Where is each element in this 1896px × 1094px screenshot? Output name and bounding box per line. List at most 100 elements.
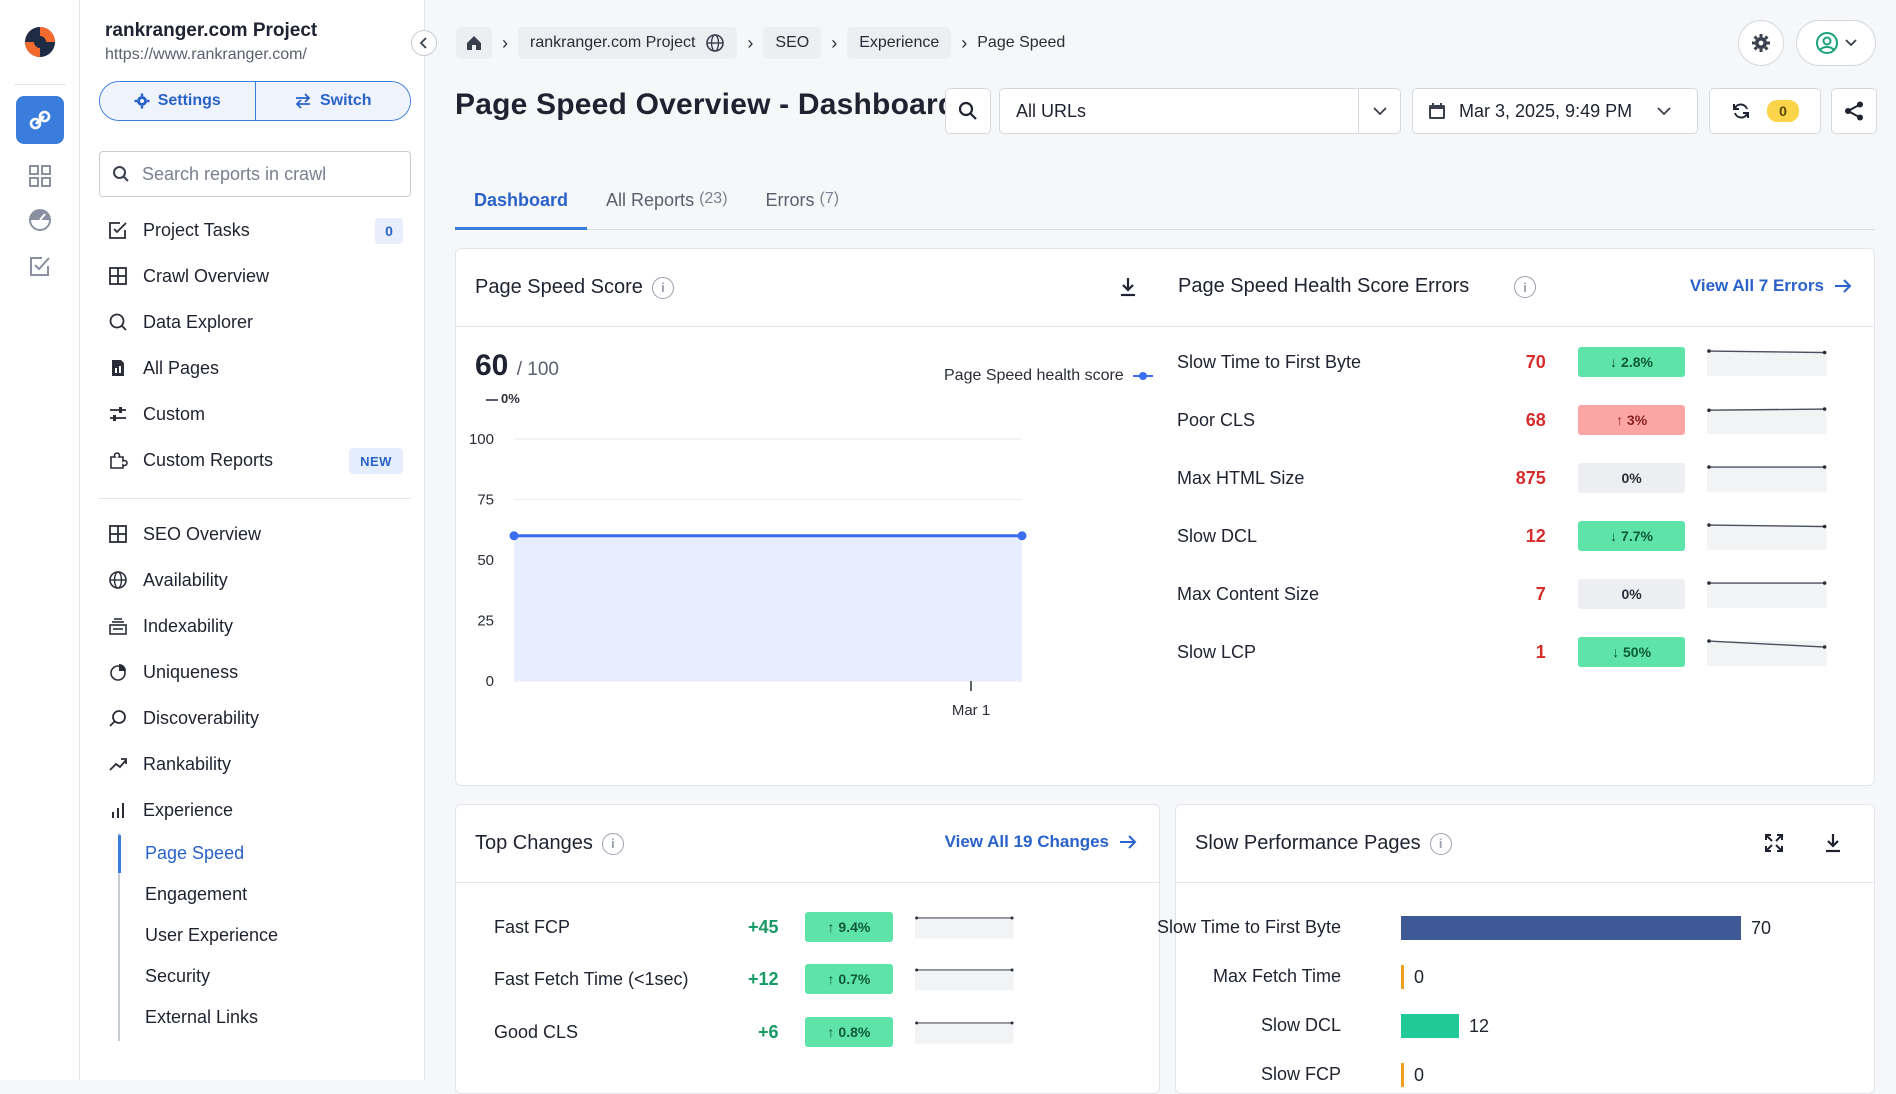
chevron-right-icon: › bbox=[831, 32, 838, 53]
change-row[interactable]: Fast Fetch Time (<1sec) +12 ↑ 0.7% bbox=[494, 963, 1014, 995]
bar-row[interactable]: Max Fetch Time 0 bbox=[1176, 962, 1746, 992]
tab-label: Dashboard bbox=[474, 190, 569, 210]
bar-row[interactable]: Slow Time to First Byte 70 bbox=[1157, 913, 1771, 943]
sparkline bbox=[1707, 349, 1827, 376]
rail-dashboard-button[interactable] bbox=[16, 152, 64, 200]
error-count: 70 bbox=[1525, 351, 1546, 372]
breadcrumb-home[interactable] bbox=[456, 27, 492, 59]
sub-user-experience[interactable]: User Experience bbox=[118, 915, 418, 956]
change-badge: ↓ 7.7% bbox=[1577, 521, 1686, 551]
download-icon[interactable] bbox=[1119, 277, 1137, 303]
view-all-changes-link[interactable]: View All 19 Changes bbox=[945, 832, 1137, 852]
app-logo[interactable] bbox=[20, 22, 60, 62]
nav-label: Custom bbox=[143, 403, 206, 424]
sparkline-point bbox=[1823, 407, 1827, 411]
grid-icon bbox=[107, 265, 129, 287]
sub-security[interactable]: Security bbox=[118, 956, 418, 997]
nav-all-pages[interactable]: All Pages bbox=[99, 345, 411, 391]
error-row[interactable]: Slow LCP 1 ↓ 50% bbox=[1177, 634, 1827, 670]
bar-label: Max Fetch Time bbox=[1212, 966, 1341, 986]
app-rail bbox=[0, 0, 80, 1080]
search-page-button[interactable] bbox=[945, 88, 991, 134]
change-badge: ↑ 9.4% bbox=[804, 912, 894, 942]
changes-card-title: Top Changes bbox=[475, 832, 593, 854]
project-sidebar: rankranger.com Project https://www.rankr… bbox=[80, 0, 425, 1080]
info-icon[interactable]: i bbox=[1514, 276, 1536, 298]
change-count: +12 bbox=[747, 968, 779, 989]
error-row[interactable]: Slow DCL 12 ↓ 7.7% bbox=[1177, 518, 1827, 554]
sparkline bbox=[1707, 523, 1827, 550]
search-input[interactable] bbox=[140, 162, 400, 186]
download-icon[interactable] bbox=[1824, 833, 1842, 859]
nav-availability[interactable]: Availability bbox=[99, 557, 411, 603]
bar-row[interactable]: Slow DCL 12 bbox=[1176, 1011, 1746, 1041]
nav-data-explorer[interactable]: Data Explorer bbox=[99, 299, 411, 345]
date-select[interactable]: Mar 3, 2025, 9:49 PM bbox=[1412, 88, 1698, 134]
nav-seo-overview[interactable]: SEO Overview bbox=[99, 511, 411, 557]
nav-rankability[interactable]: Rankability bbox=[99, 741, 411, 787]
breadcrumb-project[interactable]: rankranger.com Project bbox=[518, 27, 738, 59]
settings-button[interactable]: Settings bbox=[100, 82, 255, 120]
score-change-value: 0% bbox=[501, 391, 520, 406]
sparkline-point bbox=[915, 1021, 919, 1025]
user-menu-button[interactable] bbox=[1796, 20, 1876, 66]
view-all-errors-link[interactable]: View All 7 Errors bbox=[1690, 276, 1852, 296]
rail-speed-button[interactable] bbox=[16, 196, 64, 244]
score-card-title: Page Speed Score bbox=[475, 276, 643, 298]
error-row[interactable]: Poor CLS 68 ↑ 3% bbox=[1177, 402, 1827, 438]
tab-errors[interactable]: Errors (7) bbox=[747, 180, 859, 230]
nav-divider bbox=[99, 498, 411, 499]
pages-icon bbox=[107, 357, 129, 379]
sub-page-speed[interactable]: Page Speed bbox=[118, 833, 418, 874]
expand-icon[interactable] bbox=[1764, 833, 1784, 859]
grid-icon bbox=[107, 523, 129, 545]
nav-uniqueness[interactable]: Uniqueness bbox=[99, 649, 411, 695]
change-badge: ↓ 50% bbox=[1577, 637, 1686, 667]
nav-discoverability[interactable]: Discoverability bbox=[99, 695, 411, 741]
rail-projects-button[interactable] bbox=[16, 96, 64, 144]
switch-button[interactable]: Switch bbox=[254, 82, 410, 120]
change-row[interactable]: Good CLS +6 ↑ 0.8% bbox=[494, 1016, 1014, 1048]
error-label: Slow LCP bbox=[1177, 641, 1257, 662]
experience-submenu: Page Speed Engagement User Experience Se… bbox=[118, 833, 418, 1041]
bar-row[interactable]: Slow FCP 0 bbox=[1176, 1060, 1746, 1090]
sparkline-bg bbox=[1707, 525, 1827, 550]
nav-indexability[interactable]: Indexability bbox=[99, 603, 411, 649]
nav-custom[interactable]: Custom bbox=[99, 391, 411, 437]
change-badge: ↑ 0.8% bbox=[804, 1017, 894, 1047]
collapse-sidebar-button[interactable] bbox=[411, 30, 437, 56]
tab-all-reports[interactable]: All Reports (23) bbox=[587, 180, 746, 230]
change-row[interactable]: Fast FCP +45 ↑ 9.4% bbox=[494, 911, 1014, 943]
nav-crawl-overview[interactable]: Crawl Overview bbox=[99, 253, 411, 299]
info-icon[interactable]: i bbox=[1429, 832, 1452, 855]
sub-external-links[interactable]: External Links bbox=[118, 997, 418, 1038]
nav-experience[interactable]: Experience bbox=[99, 787, 411, 833]
sub-engagement[interactable]: Engagement bbox=[118, 874, 418, 915]
error-row[interactable]: Max HTML Size 875 0% bbox=[1177, 460, 1827, 496]
sparkline-bg bbox=[1707, 583, 1827, 608]
rail-tasks-button[interactable] bbox=[16, 242, 64, 290]
error-row[interactable]: Slow Time to First Byte 70 ↓ 2.8% bbox=[1177, 344, 1827, 380]
nav-label: Custom Reports bbox=[143, 449, 274, 470]
sparkline-bg bbox=[1707, 409, 1827, 434]
url-filter-select[interactable]: All URLs bbox=[999, 88, 1401, 134]
chevron-right-icon: › bbox=[502, 32, 508, 53]
breadcrumb-seo[interactable]: SEO bbox=[763, 27, 822, 59]
settings-gear-button[interactable] bbox=[1738, 20, 1784, 66]
chevron-down-icon bbox=[1359, 106, 1400, 116]
chevron-down-icon bbox=[1845, 39, 1857, 47]
nav-custom-reports[interactable]: Custom Reports NEW bbox=[99, 437, 411, 483]
refresh-button[interactable]: 0 bbox=[1709, 88, 1821, 134]
info-icon[interactable]: i bbox=[601, 832, 624, 855]
pie-icon bbox=[107, 661, 129, 683]
share-button[interactable] bbox=[1831, 88, 1877, 134]
change-count: +6 bbox=[757, 1021, 779, 1042]
score-value: 60 / 100 bbox=[475, 349, 559, 383]
error-row[interactable]: Max Content Size 7 0% bbox=[1177, 576, 1827, 612]
nav-project-tasks[interactable]: Project Tasks 0 bbox=[99, 207, 411, 253]
tab-dashboard[interactable]: Dashboard bbox=[455, 180, 588, 230]
info-icon[interactable]: i bbox=[651, 276, 674, 299]
breadcrumb-experience[interactable]: Experience bbox=[847, 27, 952, 59]
sparkline-point bbox=[1010, 1021, 1014, 1025]
card-header: Top Changes i View All 19 Changes bbox=[456, 805, 1159, 883]
